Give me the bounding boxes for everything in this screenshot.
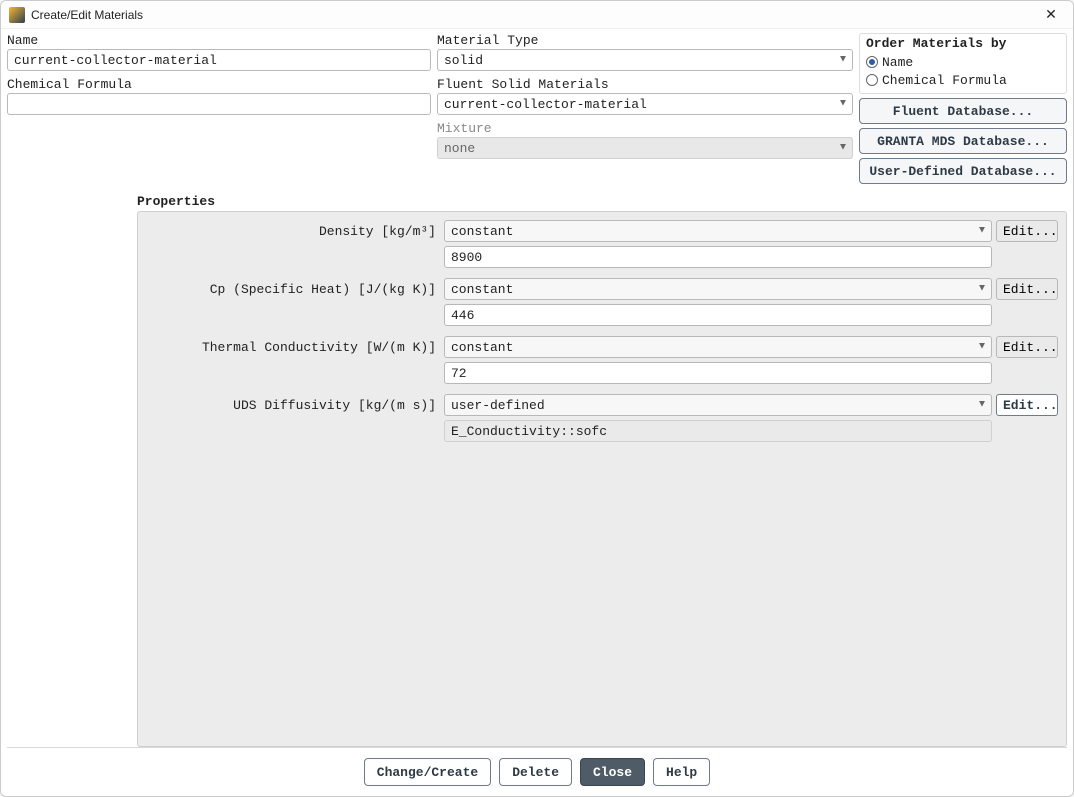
prop-label-cp: Cp (Specific Heat) [J/(kg K)]: [146, 282, 440, 297]
dialog-footer: Change/Create Delete Close Help: [7, 747, 1067, 796]
material-type-label: Material Type: [437, 33, 853, 48]
properties-panel: Density [kg/m³] constant ▼ Edit...: [137, 211, 1067, 747]
change-create-button[interactable]: Change/Create: [364, 758, 491, 786]
order-by-formula-radio[interactable]: Chemical Formula: [866, 71, 1060, 89]
prop-row-thermal: Thermal Conductivity [W/(m K)] constant …: [146, 336, 1058, 358]
dialog-content: Name Chemical Formula Material Type soli…: [1, 29, 1073, 796]
formula-input[interactable]: [7, 93, 431, 115]
col-left: Name Chemical Formula: [7, 33, 431, 188]
top-section: Name Chemical Formula Material Type soli…: [7, 33, 1067, 188]
close-button[interactable]: Close: [580, 758, 645, 786]
fluent-solid-select[interactable]: current-collector-material ▼: [437, 93, 853, 115]
prop-value-row-thermal: [146, 362, 1058, 384]
properties-label: Properties: [137, 194, 1067, 209]
close-icon[interactable]: ✕: [1037, 5, 1065, 25]
thermal-method-select[interactable]: constant ▼: [444, 336, 992, 358]
order-by-name-radio[interactable]: Name: [866, 53, 1060, 71]
density-method-value: constant: [451, 224, 513, 239]
chevron-down-icon: ▼: [979, 284, 985, 295]
name-label: Name: [7, 33, 431, 48]
uds-value-display: E_Conductivity::sofc: [444, 420, 992, 442]
prop-value-row-cp: [146, 304, 1058, 326]
thermal-edit-button[interactable]: Edit...: [996, 336, 1058, 358]
mixture-value: none: [444, 141, 475, 156]
order-by-panel: Order Materials by Name Chemical Formula: [859, 33, 1067, 94]
prop-row-uds: UDS Diffusivity [kg/(m s)] user-defined …: [146, 394, 1058, 416]
cp-edit-button[interactable]: Edit...: [996, 278, 1058, 300]
name-input[interactable]: [7, 49, 431, 71]
col-mid: Material Type solid ▼ Fluent Solid Mater…: [437, 33, 853, 188]
user-database-button[interactable]: User-Defined Database...: [859, 158, 1067, 184]
chevron-down-icon: ▼: [840, 143, 846, 154]
prop-row-density: Density [kg/m³] constant ▼ Edit...: [146, 220, 1058, 242]
materials-dialog: Create/Edit Materials ✕ Name Chemical Fo…: [0, 0, 1074, 797]
fluent-database-button[interactable]: Fluent Database...: [859, 98, 1067, 124]
material-type-select[interactable]: solid ▼: [437, 49, 853, 71]
radio-icon: [866, 56, 878, 68]
help-button[interactable]: Help: [653, 758, 710, 786]
order-by-label: Order Materials by: [866, 36, 1060, 51]
prop-label-thermal: Thermal Conductivity [W/(m K)]: [146, 340, 440, 355]
prop-label-uds: UDS Diffusivity [kg/(m s)]: [146, 398, 440, 413]
prop-value-row-uds: E_Conductivity::sofc: [146, 420, 1058, 442]
prop-row-cp: Cp (Specific Heat) [J/(kg K)] constant ▼…: [146, 278, 1058, 300]
fluent-solid-value: current-collector-material: [444, 97, 647, 112]
mixture-label: Mixture: [437, 121, 853, 136]
density-method-select[interactable]: constant ▼: [444, 220, 992, 242]
material-type-value: solid: [444, 53, 483, 68]
order-by-formula-text: Chemical Formula: [882, 73, 1007, 88]
mixture-select: none ▼: [437, 137, 853, 159]
chevron-down-icon: ▼: [979, 342, 985, 353]
formula-label: Chemical Formula: [7, 77, 431, 92]
thermal-method-value: constant: [451, 340, 513, 355]
prop-label-density: Density [kg/m³]: [146, 224, 440, 239]
titlebar: Create/Edit Materials ✕: [1, 1, 1073, 29]
window-title: Create/Edit Materials: [31, 8, 1037, 22]
cp-value-input[interactable]: [444, 304, 992, 326]
uds-value-text: E_Conductivity::sofc: [451, 424, 607, 439]
uds-method-select[interactable]: user-defined ▼: [444, 394, 992, 416]
density-value-input[interactable]: [444, 246, 992, 268]
prop-value-row-density: [146, 246, 1058, 268]
cp-method-value: constant: [451, 282, 513, 297]
chevron-down-icon: ▼: [979, 400, 985, 411]
chevron-down-icon: ▼: [979, 226, 985, 237]
app-icon: [9, 7, 25, 23]
delete-button[interactable]: Delete: [499, 758, 572, 786]
chevron-down-icon: ▼: [840, 55, 846, 66]
fluent-solid-label: Fluent Solid Materials: [437, 77, 853, 92]
thermal-value-input[interactable]: [444, 362, 992, 384]
chevron-down-icon: ▼: [840, 99, 846, 110]
col-right: Order Materials by Name Chemical Formula…: [859, 33, 1067, 188]
uds-method-value: user-defined: [451, 398, 545, 413]
properties-section: Properties Density [kg/m³] constant ▼ Ed…: [137, 194, 1067, 747]
density-edit-button[interactable]: Edit...: [996, 220, 1058, 242]
granta-database-button[interactable]: GRANTA MDS Database...: [859, 128, 1067, 154]
order-by-name-text: Name: [882, 55, 913, 70]
uds-edit-button[interactable]: Edit...: [996, 394, 1058, 416]
radio-icon: [866, 74, 878, 86]
cp-method-select[interactable]: constant ▼: [444, 278, 992, 300]
